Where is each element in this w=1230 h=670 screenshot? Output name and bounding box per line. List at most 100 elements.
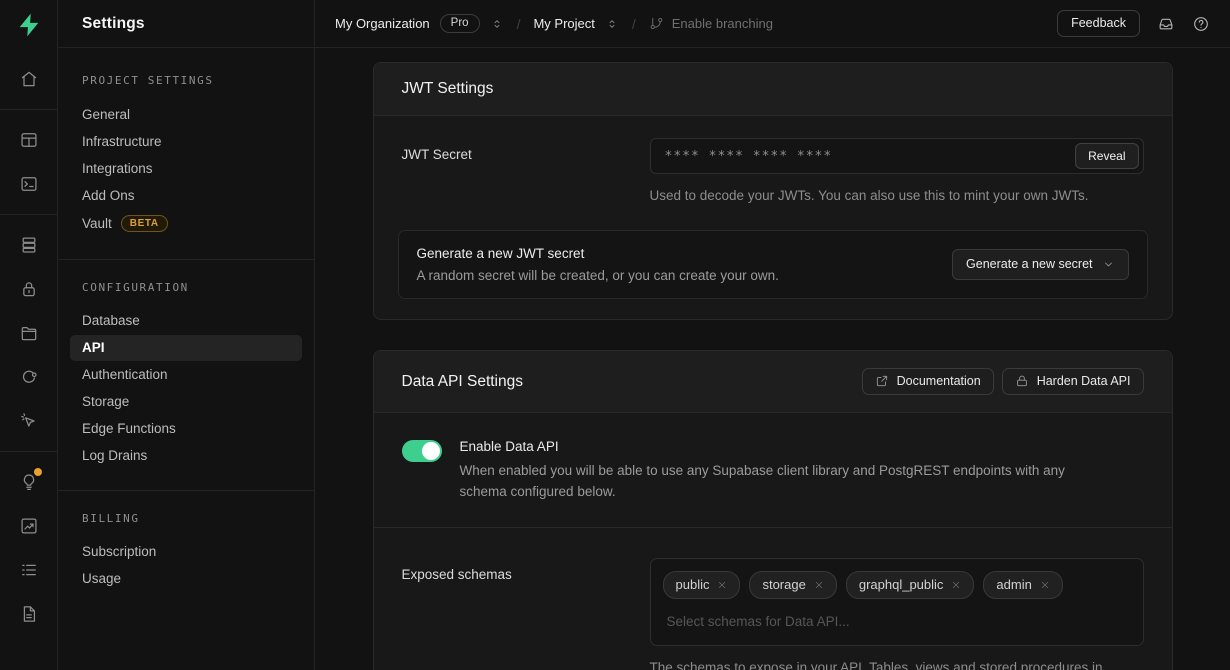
sidebar-item-subscription[interactable]: Subscription [70, 539, 302, 565]
sidebar-item-storage[interactable]: Storage [70, 389, 302, 415]
sidebar-item-edge-functions[interactable]: Edge Functions [70, 416, 302, 442]
topbar: My Organization Pro / My Project / Enabl… [315, 0, 1230, 48]
sidebar-item-vault[interactable]: Vault BETA [70, 209, 302, 238]
jwt-card-header: JWT Settings [374, 63, 1172, 116]
sidebar-header: Settings [58, 0, 314, 48]
org-switcher-chevrons-icon[interactable] [490, 17, 504, 31]
enable-branching-button[interactable]: Enable branching [649, 16, 773, 31]
edge-functions-icon[interactable] [13, 361, 45, 393]
product-updates-icon[interactable] [13, 466, 45, 498]
enable-data-api-toggle[interactable] [402, 440, 442, 462]
jwt-card-title: JWT Settings [402, 80, 494, 98]
jwt-secret-row: JWT Secret **** **** **** **** Reveal Us… [374, 116, 1172, 224]
section-heading-billing: BILLING [82, 512, 290, 525]
lock-icon [1015, 374, 1029, 388]
remove-tag-icon[interactable] [1040, 580, 1050, 590]
project-switcher-chevrons-icon[interactable] [605, 17, 619, 31]
external-link-icon [875, 374, 889, 388]
data-api-header-actions: Documentation Harden Data API [862, 368, 1144, 395]
data-api-settings-card: Data API Settings Documentation Harden D… [373, 350, 1173, 670]
logs-icon[interactable] [13, 554, 45, 586]
generate-secret-button[interactable]: Generate a new secret [952, 249, 1128, 280]
storage-icon[interactable] [13, 317, 45, 349]
sidebar-item-authentication[interactable]: Authentication [70, 362, 302, 388]
authentication-icon[interactable] [13, 273, 45, 305]
page-title: Settings [82, 15, 145, 33]
section-heading-project-settings: PROJECT SETTINGS [82, 74, 290, 87]
toggle-knob [422, 442, 440, 460]
home-icon[interactable] [13, 63, 45, 95]
schema-multiselect[interactable]: public storage graphql_public [650, 558, 1144, 646]
exposed-schemas-row: Exposed schemas public storage [374, 528, 1172, 670]
harden-data-api-button[interactable]: Harden Data API [1002, 368, 1144, 395]
schema-tags: public storage graphql_public [663, 571, 1131, 599]
schema-tag: storage [749, 571, 836, 599]
documentation-button[interactable]: Documentation [862, 368, 994, 395]
sidebar-body: PROJECT SETTINGS General Infrastructure … [58, 48, 314, 593]
org-plan-badge[interactable]: Pro [440, 14, 480, 33]
jwt-secret-label: JWT Secret [402, 138, 650, 206]
breadcrumb: My Organization Pro / My Project / Enabl… [335, 14, 773, 33]
divider [58, 259, 314, 260]
project-name[interactable]: My Project [533, 16, 594, 31]
supabase-bolt-icon [16, 12, 42, 38]
sidebar-item-integrations[interactable]: Integrations [70, 155, 302, 181]
exposed-schemas-control: public storage graphql_public [650, 558, 1144, 670]
jwt-secret-masked-value: **** **** **** **** [665, 149, 833, 164]
sidebar-item-api[interactable]: API [70, 335, 302, 361]
jwt-secret-help: Used to decode your JWTs. You can also u… [650, 186, 1144, 206]
enable-data-api-desc: When enabled you will be able to use any… [460, 461, 1105, 503]
enable-data-api-text: Enable Data API When enabled you will be… [460, 439, 1105, 503]
jwt-settings-card: JWT Settings JWT Secret **** **** **** *… [373, 62, 1173, 320]
generate-secret-text: Generate a new JWT secret A random secre… [417, 246, 779, 283]
generate-secret-panel: Generate a new JWT secret A random secre… [398, 230, 1148, 299]
help-icon[interactable] [1192, 15, 1210, 33]
org-name[interactable]: My Organization [335, 16, 430, 31]
divider [0, 214, 58, 215]
reports-icon[interactable] [13, 510, 45, 542]
sidebar-item-infrastructure[interactable]: Infrastructure [70, 128, 302, 154]
exposed-schemas-help: The schemas to expose in your API. Table… [650, 658, 1144, 670]
divider [58, 490, 314, 491]
database-icon[interactable] [13, 229, 45, 261]
schema-tag: public [663, 571, 741, 599]
schema-tag: admin [983, 571, 1062, 599]
exposed-schemas-label: Exposed schemas [402, 558, 650, 670]
app: { "colors": { "brand": "#3ecf8e", "toggl… [0, 0, 1230, 670]
breadcrumb-separator: / [517, 16, 521, 32]
sidebar-item-database[interactable]: Database [70, 308, 302, 334]
divider [0, 109, 58, 110]
git-branch-icon [649, 16, 664, 31]
sidebar-item-general[interactable]: General [70, 101, 302, 127]
enable-data-api-title: Enable Data API [460, 439, 1105, 454]
inbox-icon[interactable] [1157, 15, 1175, 33]
table-editor-icon[interactable] [13, 124, 45, 156]
chevron-down-icon [1102, 258, 1115, 271]
schema-tag: graphql_public [846, 571, 975, 599]
main-area: My Organization Pro / My Project / Enabl… [315, 0, 1230, 670]
beta-badge: BETA [121, 215, 168, 233]
remove-tag-icon[interactable] [717, 580, 727, 590]
api-docs-icon[interactable] [13, 598, 45, 630]
sidebar-item-usage[interactable]: Usage [70, 566, 302, 592]
jwt-secret-control: **** **** **** **** Reveal Used to decod… [650, 138, 1144, 206]
advisors-icon[interactable] [13, 405, 45, 437]
sidebar-item-log-drains[interactable]: Log Drains [70, 443, 302, 469]
data-api-card-title: Data API Settings [402, 373, 524, 391]
settings-sidebar: Settings PROJECT SETTINGS General Infras… [58, 0, 315, 670]
sidebar-item-add-ons[interactable]: Add Ons [70, 182, 302, 208]
remove-tag-icon[interactable] [814, 580, 824, 590]
divider [0, 451, 58, 452]
notification-dot [34, 468, 42, 476]
reveal-button[interactable]: Reveal [1075, 143, 1138, 169]
data-api-card-header: Data API Settings Documentation Harden D… [374, 351, 1172, 413]
supabase-logo[interactable] [15, 11, 43, 39]
remove-tag-icon[interactable] [951, 580, 961, 590]
nav-rail [0, 0, 58, 670]
jwt-secret-input[interactable]: **** **** **** **** Reveal [650, 138, 1144, 174]
section-heading-configuration: CONFIGURATION [82, 281, 290, 294]
sql-editor-icon[interactable] [13, 168, 45, 200]
schema-search-input[interactable] [663, 610, 1131, 639]
feedback-button[interactable]: Feedback [1057, 10, 1140, 37]
content-scroll-area[interactable]: JWT Settings JWT Secret **** **** **** *… [315, 48, 1230, 670]
